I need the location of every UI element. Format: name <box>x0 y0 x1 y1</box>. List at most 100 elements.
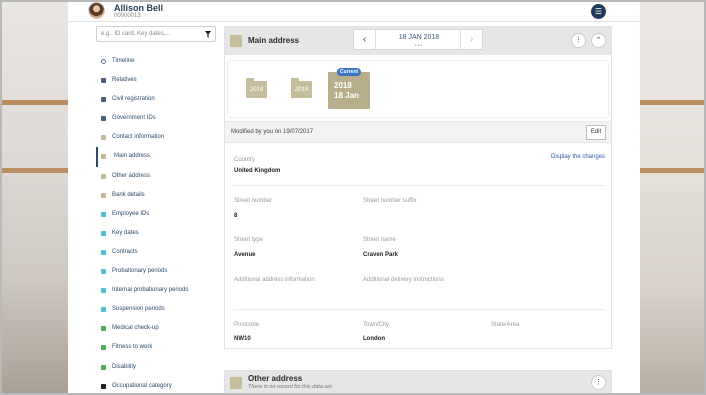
street-type-value: Avenue <box>234 252 256 258</box>
chevron-up-icon: ⌃ <box>595 37 602 44</box>
sidebar-item-label: Medical check-up <box>112 325 159 332</box>
sidebar-item-label: Relatives <box>112 77 137 84</box>
sidebar: e.g.: ID card, Key dates,... Timeline Re… <box>96 22 218 395</box>
display-changes-link[interactable]: Display the changes <box>551 154 605 160</box>
sidebar-item-label: Suspension periods <box>112 306 165 313</box>
sidebar-item-label: Civil registration <box>112 96 155 103</box>
sidebar-item-key-dates[interactable]: Key dates <box>96 224 218 243</box>
sidebar-item-label: Government IDs <box>112 115 156 122</box>
sidebar-item-relatives[interactable]: Relatives <box>96 71 218 90</box>
main-content: Main address ‹ 18 JAN 2018 ••• › ⋮ ⌃ 201… <box>224 22 612 395</box>
background-shelf <box>640 100 706 105</box>
sidebar-item-probationary-periods[interactable]: Probationary periods <box>96 262 218 281</box>
category-color-icon <box>101 269 106 275</box>
sidebar-item-timeline[interactable]: Timeline <box>96 52 218 71</box>
background-shelf <box>0 168 68 173</box>
app-window: Allison Bell 00000013 ☰ e.g.: ID card, K… <box>68 0 640 395</box>
current-year: 2018 <box>334 81 352 90</box>
category-color-icon <box>101 97 106 103</box>
sidebar-item-government-ids[interactable]: Government IDs <box>96 109 218 128</box>
sidebar-item-internal-probationary-periods[interactable]: Internal probationary periods <box>96 281 218 300</box>
street-name-label: Street name <box>363 237 396 243</box>
modified-text: Modified by you on 19/07/2017 <box>231 129 314 135</box>
street-type-label: Street type <box>234 237 264 243</box>
sidebar-item-occupational-category[interactable]: Occupational category <box>96 377 218 395</box>
folder-label: 2018 <box>294 87 309 93</box>
sidebar-item-label: Main address <box>114 153 151 160</box>
card-subtitle: There is no record for this data set. <box>248 384 334 390</box>
sidebar-item-label: Internal probationary periods <box>112 287 189 294</box>
sidebar-item-contracts[interactable]: Contracts <box>96 243 218 262</box>
date-dots: ••• <box>414 43 424 49</box>
background-left <box>0 0 68 395</box>
card-title: Other address <box>248 374 303 383</box>
background-shelf <box>640 168 706 173</box>
top-bar: Allison Bell 00000013 ☰ <box>68 0 640 22</box>
more-options-button[interactable]: ⋮ <box>591 375 606 390</box>
category-color-icon <box>101 383 106 389</box>
category-color-icon <box>101 307 106 313</box>
postcode-value: NW10 <box>234 336 251 342</box>
more-options-button[interactable]: ⋮ <box>571 33 586 48</box>
search-input[interactable]: e.g.: ID card, Key dates,... <box>96 26 216 42</box>
filter-icon[interactable] <box>205 31 211 38</box>
street-name-value: Craven Park <box>363 252 399 258</box>
sidebar-item-bank-details[interactable]: Bank details <box>96 186 218 205</box>
sidebar-item-label: Contact information <box>112 134 165 141</box>
sidebar-item-label: Fitness to work <box>112 344 153 351</box>
street-number-suffix-label: Street number suffix <box>363 198 417 204</box>
sidebar-item-medical-check-up[interactable]: Medical check-up <box>96 319 218 338</box>
category-color-icon <box>101 135 106 141</box>
more-vertical-icon: ⋮ <box>575 37 582 44</box>
sidebar-item-employee-ids[interactable]: Employee IDs <box>96 205 218 224</box>
sidebar-item-label: Probationary periods <box>112 268 168 275</box>
sidebar-item-label: Key dates <box>112 229 139 236</box>
sidebar-item-civil-registration[interactable]: Civil registration <box>96 90 218 109</box>
avatar[interactable] <box>88 2 105 19</box>
menu-button[interactable]: ☰ <box>591 4 606 19</box>
category-color-icon <box>101 288 106 294</box>
collapse-button[interactable]: ⌃ <box>591 33 606 48</box>
category-color-icon <box>101 249 106 255</box>
user-id: 00000013 <box>114 13 141 19</box>
sidebar-item-label: Contracts <box>112 248 138 255</box>
modified-bar: Modified by you on 19/07/2017 Edit <box>225 121 611 143</box>
current-date-label[interactable]: 18 JAN 2018 <box>376 34 462 41</box>
chevron-left-icon[interactable]: ‹ <box>354 30 376 49</box>
history-folder-2018[interactable]: 2018 <box>291 78 312 98</box>
town-value: London <box>363 336 385 342</box>
search-placeholder: e.g.: ID card, Key dates,... <box>101 31 171 37</box>
delivery-instructions-label: Additional delivery instructions <box>363 277 444 283</box>
edit-button[interactable]: Edit <box>586 125 606 140</box>
divider <box>233 309 605 310</box>
country-label: Country <box>234 157 256 163</box>
state-label: State/Area <box>491 322 520 328</box>
country-value: United Kingdom <box>234 168 281 174</box>
history-timeline: 2016 2018 2018 18 Jan Current <box>227 60 609 118</box>
category-color-icon <box>101 230 106 236</box>
history-folder-2016[interactable]: 2016 <box>246 78 267 98</box>
sidebar-item-disability[interactable]: Disability <box>96 358 218 377</box>
sidebar-item-contact-information[interactable]: Contact information <box>96 128 218 147</box>
background-shelf <box>0 100 68 105</box>
sidebar-item-label: Other address <box>112 172 151 179</box>
history-folder-current[interactable]: 2018 18 Jan <box>328 72 370 109</box>
card-header: Main address ‹ 18 JAN 2018 ••• › ⋮ ⌃ <box>225 27 611 55</box>
category-color-icon <box>101 192 106 198</box>
user-name[interactable]: Allison Bell <box>114 3 163 13</box>
sidebar-item-label: Timeline <box>112 58 135 64</box>
sidebar-item-fitness-to-work[interactable]: Fitness to work <box>96 338 218 357</box>
sidebar-item-suspension-periods[interactable]: Suspension periods <box>96 300 218 319</box>
category-color-icon <box>101 326 106 332</box>
chevron-right-icon[interactable]: › <box>460 30 482 49</box>
sidebar-item-label: Disability <box>112 363 137 370</box>
date-navigator: ‹ 18 JAN 2018 ••• › <box>353 29 483 50</box>
category-color-icon <box>101 116 106 122</box>
other-address-card: Other address There is no record for thi… <box>224 370 612 395</box>
current-badge: Current <box>337 68 362 76</box>
sidebar-item-other-address[interactable]: Other address <box>96 167 218 186</box>
category-color-icon <box>101 154 106 160</box>
more-vertical-icon: ⋮ <box>595 379 602 386</box>
sidebar-item-main-address[interactable]: Main address <box>96 147 218 167</box>
category-color-icon <box>101 78 106 84</box>
